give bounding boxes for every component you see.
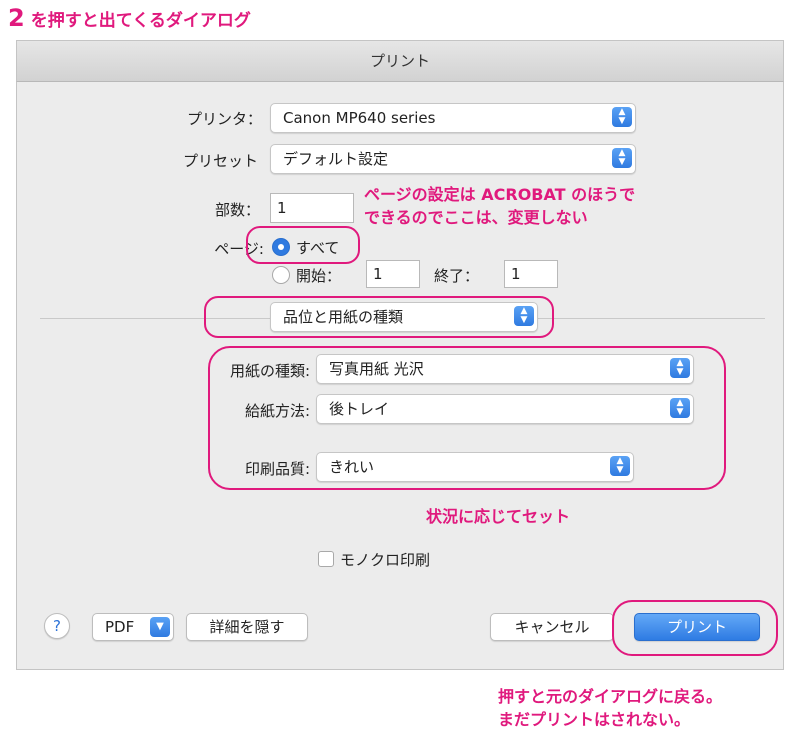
pages-all-label: すべて [296,239,340,257]
paper-source-popup[interactable]: 後トレイ ▲ ▼ [316,394,694,424]
pages-to-field[interactable]: 1 [504,260,558,288]
monochrome-label: モノクロ印刷 [340,551,431,569]
page-heading: 2 を押すと出てくるダイアログ [8,4,251,32]
pdf-button[interactable]: PDF ▼ [92,613,174,641]
pages-all-radio[interactable] [272,238,290,256]
popup-arrows-icon: ▲ ▼ [612,148,632,168]
print-note-line1: 押すと元のダイアログに戻る。 [498,687,723,706]
preset-value: デフォルト設定 [283,150,389,168]
printer-label: プリンタ： [186,110,262,128]
pages-note-line1: ページの設定は ACROBAT のほうで [364,185,636,204]
printer-popup[interactable]: Canon MP640 series ▲ ▼ [270,103,636,133]
print-quality-popup[interactable]: きれい ▲ ▼ [316,452,634,482]
paper-type-value: 写真用紙 光沢 [329,360,424,378]
settings-note: 状況に応じてセット [426,507,571,526]
print-quality-label: 印刷品質: [244,460,310,478]
pages-from-field[interactable]: 1 [366,260,420,288]
print-quality-value: きれい [329,458,375,476]
copies-field[interactable]: 1 [270,193,354,223]
section-value: 品位と用紙の種類 [283,308,404,326]
popup-arrows-icon: ▲ ▼ [514,306,534,326]
pages-to-label: 終了： [434,267,480,285]
step-number: 2 [8,4,25,32]
hide-details-button[interactable]: 詳細を隠す [186,613,308,641]
help-button[interactable]: ? [44,613,70,639]
popup-arrows-icon: ▲ ▼ [670,358,690,378]
popup-arrows-icon: ▲ ▼ [670,398,690,418]
cancel-button[interactable]: キャンセル [490,613,614,641]
pages-from-label: 開始： [296,267,342,285]
copies-label: 部数： [214,201,260,219]
preset-popup[interactable]: デフォルト設定 ▲ ▼ [270,144,636,174]
print-button[interactable]: プリント [634,613,760,641]
paper-type-popup[interactable]: 写真用紙 光沢 ▲ ▼ [316,354,694,384]
paper-type-label: 用紙の種類: [229,362,310,380]
popup-arrows-icon: ▲ ▼ [612,107,632,127]
paper-source-label: 給紙方法: [244,402,310,420]
heading-text: を押すと出てくるダイアログ [30,11,251,31]
printer-value: Canon MP640 series [283,109,436,127]
print-note-line2: まだプリントはされない。 [498,710,691,729]
chevron-down-icon: ▼ [150,617,170,637]
pdf-label: PDF [105,618,135,636]
monochrome-checkbox[interactable] [318,551,334,567]
paper-source-value: 後トレイ [329,400,390,418]
popup-arrows-icon: ▲ ▼ [610,456,630,476]
pages-range-radio[interactable] [272,266,290,284]
preset-label: プリセット [182,152,258,170]
pages-note-line2: できるのでここは、変更しない [364,208,588,227]
dialog-title: プリント [16,40,784,82]
section-popup[interactable]: 品位と用紙の種類 ▲ ▼ [270,302,538,332]
